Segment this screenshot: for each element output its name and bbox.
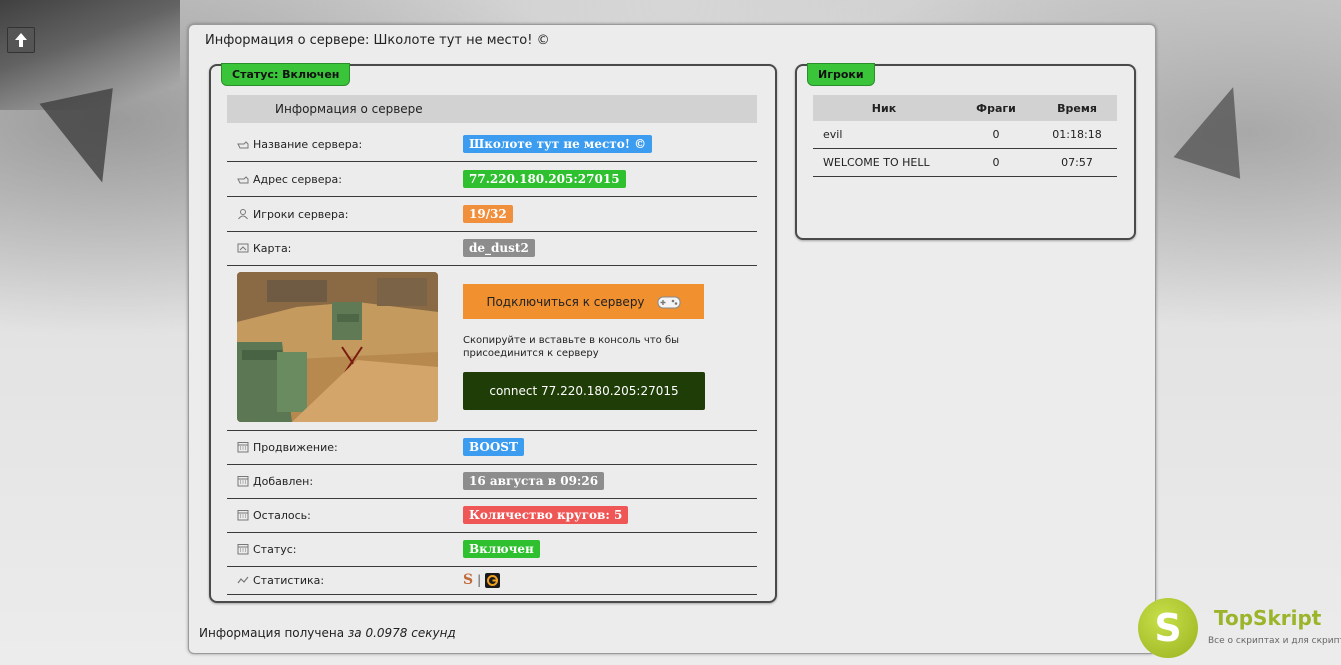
map-connect-block: Подключиться к серверу Скопируйте и вста… xyxy=(227,266,757,431)
calendar-icon xyxy=(237,442,249,453)
players-tab: Игроки xyxy=(807,63,875,86)
row-server-address: Адрес сервера: 77.220.180.205:27015 xyxy=(227,162,757,197)
gamepad-icon xyxy=(657,296,681,308)
status-badge: Включен xyxy=(463,540,540,558)
copy-hint-text: Скопируйте и вставьте в консоль что бы п… xyxy=(463,335,680,359)
map-icon xyxy=(237,243,249,253)
promotion-badge: BOOST xyxy=(463,438,524,456)
row-label: Название сервера: xyxy=(253,137,363,151)
info-header: Информация о сервере xyxy=(227,95,757,123)
row-status: Статус: Включен xyxy=(227,532,757,567)
table-row: WELCOME TO HELL 0 07:57 xyxy=(813,148,1117,177)
player-frags: 0 xyxy=(955,148,1037,177)
connect-server-button[interactable]: Подключиться к серверу xyxy=(463,284,704,319)
player-time: 07:57 xyxy=(1037,148,1117,177)
players-table: Ник Фраги Время evil 0 01:18:18 WELCOME … xyxy=(813,95,1117,177)
row-added: Добавлен: 16 августа в 09:26 xyxy=(227,464,757,499)
user-icon xyxy=(238,209,248,220)
status-tab: Статус: Включен xyxy=(221,63,351,86)
footer-time: за 0.0978 секунд xyxy=(347,626,456,640)
hand-pointer-icon xyxy=(237,176,249,184)
row-label: Игроки сервера: xyxy=(253,207,349,221)
row-promotion: Продвижение: BOOST xyxy=(227,430,757,465)
arrow-up-icon xyxy=(15,33,27,47)
table-row: evil 0 01:18:18 xyxy=(813,121,1117,149)
column-header-frags: Фраги xyxy=(955,95,1037,121)
row-label: Продвижение: xyxy=(253,440,338,454)
page-title: Информация о сервере: Школоте тут не мес… xyxy=(205,33,550,48)
connect-command-field[interactable]: connect 77.220.180.205:27015 xyxy=(463,372,705,410)
players-panel: Игроки Ник Фраги Время evil 0 01:18:18 W… xyxy=(795,63,1136,240)
row-label: Статус: xyxy=(253,542,297,556)
row-server-name: Название сервера: Школоте тут не место! … xyxy=(227,127,757,162)
logo-name: TopSkript xyxy=(1214,606,1322,630)
column-header-time: Время xyxy=(1037,95,1117,121)
connect-button-label: Подключиться к серверу xyxy=(486,294,645,309)
calendar-icon xyxy=(237,476,249,487)
row-label: Добавлен: xyxy=(253,474,314,488)
calendar-icon xyxy=(237,510,249,521)
column-header-nick: Ник xyxy=(813,95,955,121)
added-date-badge: 16 августа в 09:26 xyxy=(463,472,605,490)
main-container: Информация о сервере: Школоте тут не мес… xyxy=(188,24,1156,654)
background-prism-right xyxy=(1173,76,1267,179)
map-name-badge: de_dust2 xyxy=(463,239,535,257)
chart-line-icon xyxy=(237,576,249,584)
row-map: Карта: de_dust2 xyxy=(227,231,757,266)
server-name-badge: Школоте тут не место! © xyxy=(463,135,653,153)
server-info-panel: Статус: Включен Информация о сервере Наз… xyxy=(209,63,777,603)
scroll-to-top-button[interactable] xyxy=(7,27,35,53)
row-label: Статистика: xyxy=(253,573,325,587)
stats-s-link[interactable]: S xyxy=(463,572,473,588)
remaining-badge: Количество кругов: 5 xyxy=(463,506,629,524)
stats-separator: | xyxy=(477,573,482,587)
row-label: Осталось: xyxy=(253,508,311,522)
row-label: Карта: xyxy=(253,241,292,255)
server-address-badge[interactable]: 77.220.180.205:27015 xyxy=(463,170,626,188)
row-statistics: Статистика: S | xyxy=(227,566,757,595)
row-label: Адрес сервера: xyxy=(253,172,342,186)
map-preview-image xyxy=(237,272,438,422)
player-time: 01:18:18 xyxy=(1037,121,1117,149)
player-frags: 0 xyxy=(955,121,1037,149)
row-remaining: Осталось: Количество кругов: 5 xyxy=(227,498,757,533)
game-tracker-icon[interactable] xyxy=(485,572,501,588)
logo-tagline: Все о скриптах и для скриптов... xyxy=(1208,636,1341,646)
player-nick: evil xyxy=(813,121,955,149)
player-nick: WELCOME TO HELL xyxy=(813,148,955,177)
logo-circle: S xyxy=(1138,598,1198,658)
topskript-logo: S TopSkript Все о скриптах и для скрипто… xyxy=(1138,598,1341,660)
footer-text: Информация получена xyxy=(199,626,345,640)
calendar-icon xyxy=(237,544,249,555)
footer-info: Информация получена за 0.0978 секунд xyxy=(199,626,456,640)
statistics-links: S | xyxy=(463,572,501,588)
players-count-badge: 19/32 xyxy=(463,205,513,223)
row-server-players: Игроки сервера: 19/32 xyxy=(227,197,757,232)
hand-pointer-icon xyxy=(237,141,249,149)
